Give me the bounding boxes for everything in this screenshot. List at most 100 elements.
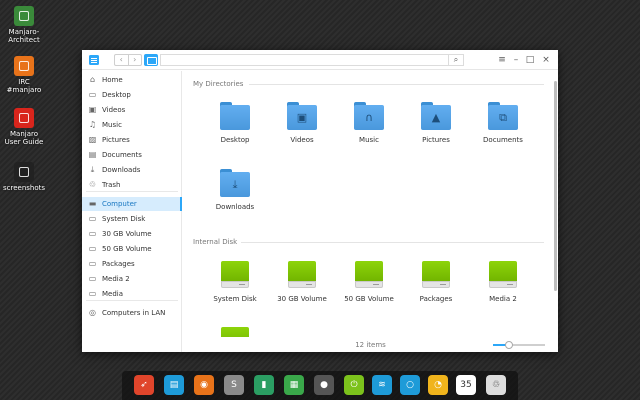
folder-pictures[interactable]: ▲ Pictures <box>406 102 466 144</box>
disk-label: Packages <box>419 295 453 303</box>
dock: ➶ ▤ ◉ S ▮ ▦ ● ⏻ ≋ ○ ◔ 35 ♲ <box>122 371 518 400</box>
settings-icon[interactable]: S <box>224 375 244 395</box>
sidebar-item-system-disk[interactable]: ▭ System Disk <box>82 212 182 226</box>
terminal-icon[interactable]: ▮ <box>254 375 274 395</box>
menu-button[interactable]: ≡ <box>496 54 508 66</box>
sidebar-item-downloads[interactable]: ⤓ Downloads <box>82 163 182 177</box>
manjaro-architect-icon <box>14 6 34 26</box>
pictures-folder-icon: ▲ <box>421 102 451 130</box>
desktop-icon-item[interactable]: screenshots <box>2 162 46 192</box>
sidebar-item-label: 50 GB Volume <box>102 245 152 253</box>
folder-label: Videos <box>290 136 314 144</box>
sidebar-item-label: Trash <box>102 181 121 189</box>
sidebar-item-label: Documents <box>102 151 142 159</box>
irc-hexchat-icon <box>14 56 34 76</box>
music-folder-icon: ∩ <box>354 102 384 130</box>
sidebar-item-label: Desktop <box>102 91 131 99</box>
back-button[interactable]: ‹ <box>115 55 128 65</box>
clock-icon[interactable]: ◔ <box>428 375 448 395</box>
zoom-slider[interactable] <box>493 341 545 349</box>
sidebar-item-computers-in-lan[interactable]: ◎ Computers in LAN <box>82 306 182 320</box>
sidebar-item-pictures[interactable]: ▨ Pictures <box>82 133 182 147</box>
power-icon[interactable]: ⏻ <box>344 375 364 395</box>
notification-ring-icon[interactable]: ○ <box>400 375 420 395</box>
sidebar-item-label: Packages <box>102 260 135 268</box>
videos-folder-icon: ▣ <box>287 102 317 130</box>
disk-label: 50 GB Volume <box>344 295 394 303</box>
section-header-internal-disk: Internal Disk <box>193 238 238 246</box>
scrollbar-thumb[interactable] <box>554 81 557 291</box>
folder-music[interactable]: ∩ Music <box>339 102 399 144</box>
drive-icon <box>288 261 316 289</box>
wifi-icon[interactable]: ≋ <box>372 375 392 395</box>
sidebar-divider <box>86 300 178 301</box>
disk-media[interactable] <box>205 327 265 337</box>
desktop-icon-item[interactable]: Manjaro-Architect <box>2 6 46 44</box>
sidebar-item-media-2[interactable]: ▭ Media 2 <box>82 272 182 286</box>
sidebar-item-videos[interactable]: ▣ Videos <box>82 103 182 117</box>
disk-system-disk[interactable]: System Disk <box>205 261 265 303</box>
toggle-icon[interactable]: ● <box>314 375 334 395</box>
folder-desktop[interactable]: Desktop <box>205 102 265 144</box>
network-icon: ◎ <box>89 308 96 317</box>
folder-label: Desktop <box>220 136 250 144</box>
sidebar-item-trash[interactable]: ♲ Trash <box>82 178 182 192</box>
search-button[interactable]: ⌕ <box>448 54 464 66</box>
sidebar-divider <box>86 191 178 192</box>
sidebar-item-music[interactable]: ♫ Music <box>82 118 182 132</box>
section-header-my-directories: My Directories <box>193 80 244 88</box>
disk-media-2[interactable]: Media 2 <box>473 261 533 303</box>
disk-packages[interactable]: Packages <box>406 261 466 303</box>
main-content: My Directories Internal Disk Desktop ▣ Vid… <box>183 71 554 337</box>
trash-icon: ♲ <box>88 180 97 189</box>
maximize-button[interactable]: □ <box>524 54 536 66</box>
sidebar-item-home[interactable]: ⌂ Home <box>82 73 182 87</box>
disk-50-gb-volume[interactable]: 50 GB Volume <box>339 261 399 303</box>
zoom-slider-handle[interactable] <box>504 341 513 349</box>
sidebar-item-30-gb-volume[interactable]: ▭ 30 GB Volume <box>82 227 182 241</box>
sidebar-item-packages[interactable]: ▭ Packages <box>82 257 182 271</box>
sidebar-item-label: Media <box>102 290 124 298</box>
vertical-scrollbar[interactable] <box>554 71 558 337</box>
sidebar-item-media[interactable]: ▭ Media <box>82 287 182 301</box>
sidebar-item-label: Computer <box>102 200 137 208</box>
desktop-icon-item[interactable]: IRC #manjaro <box>2 56 46 94</box>
trash-dock-icon[interactable]: ♲ <box>486 375 506 395</box>
downloads-icon: ⤓ <box>90 165 95 174</box>
sidebar-item-50-gb-volume[interactable]: ▭ 50 GB Volume <box>82 242 182 256</box>
breadcrumb-computer[interactable] <box>144 54 158 66</box>
sidebar-item-label: Music <box>102 121 122 129</box>
documents-folder-icon: ⧉ <box>488 102 518 130</box>
desktop-icon-item[interactable]: Manjaro User Guide <box>2 108 46 146</box>
sidebar-item-label: Computers in LAN <box>102 309 166 317</box>
drive-icon <box>489 261 517 289</box>
section-divider <box>241 242 544 243</box>
sidebar-item-label: Home <box>102 76 123 84</box>
folder-label: Music <box>359 136 379 144</box>
file-manager-icon[interactable]: ▤ <box>164 375 184 395</box>
calendar-icon[interactable]: 35 <box>456 375 476 395</box>
sidebar-item-label: 30 GB Volume <box>102 230 152 238</box>
disk-label: 30 GB Volume <box>277 295 327 303</box>
package-manager-icon[interactable]: ▦ <box>284 375 304 395</box>
sidebar-item-desktop[interactable]: ▭ Desktop <box>82 88 182 102</box>
folder-videos[interactable]: ▣ Videos <box>272 102 332 144</box>
disk-30-gb-volume[interactable]: 30 GB Volume <box>272 261 332 303</box>
folder-label: Downloads <box>215 203 255 211</box>
sidebar-item-documents[interactable]: ▤ Documents <box>82 148 182 162</box>
folder-downloads[interactable]: ⤓ Downloads <box>205 169 265 211</box>
folder-documents[interactable]: ⧉ Documents <box>473 102 533 144</box>
disk-label: System Disk <box>213 295 257 303</box>
forward-button[interactable]: › <box>127 55 142 65</box>
firefox-icon[interactable]: ◉ <box>194 375 214 395</box>
sidebar-item-label: Downloads <box>102 166 141 174</box>
pdf-document-icon <box>14 108 34 128</box>
sidebar-item-label: Videos <box>102 106 126 114</box>
close-button[interactable]: × <box>540 54 552 66</box>
address-bar[interactable] <box>160 54 448 66</box>
minimize-button[interactable]: – <box>510 54 522 66</box>
file-manager-window: ‹ › ⌕ ≡ – □ × ⌂ Home ▭ Desktop ▣ Videos ♫ Music… <box>82 50 558 352</box>
launcher-rocket-icon[interactable]: ➶ <box>134 375 154 395</box>
music-icon: ♫ <box>88 120 97 129</box>
sidebar-item-computer[interactable]: ▬ Computer <box>82 197 182 211</box>
